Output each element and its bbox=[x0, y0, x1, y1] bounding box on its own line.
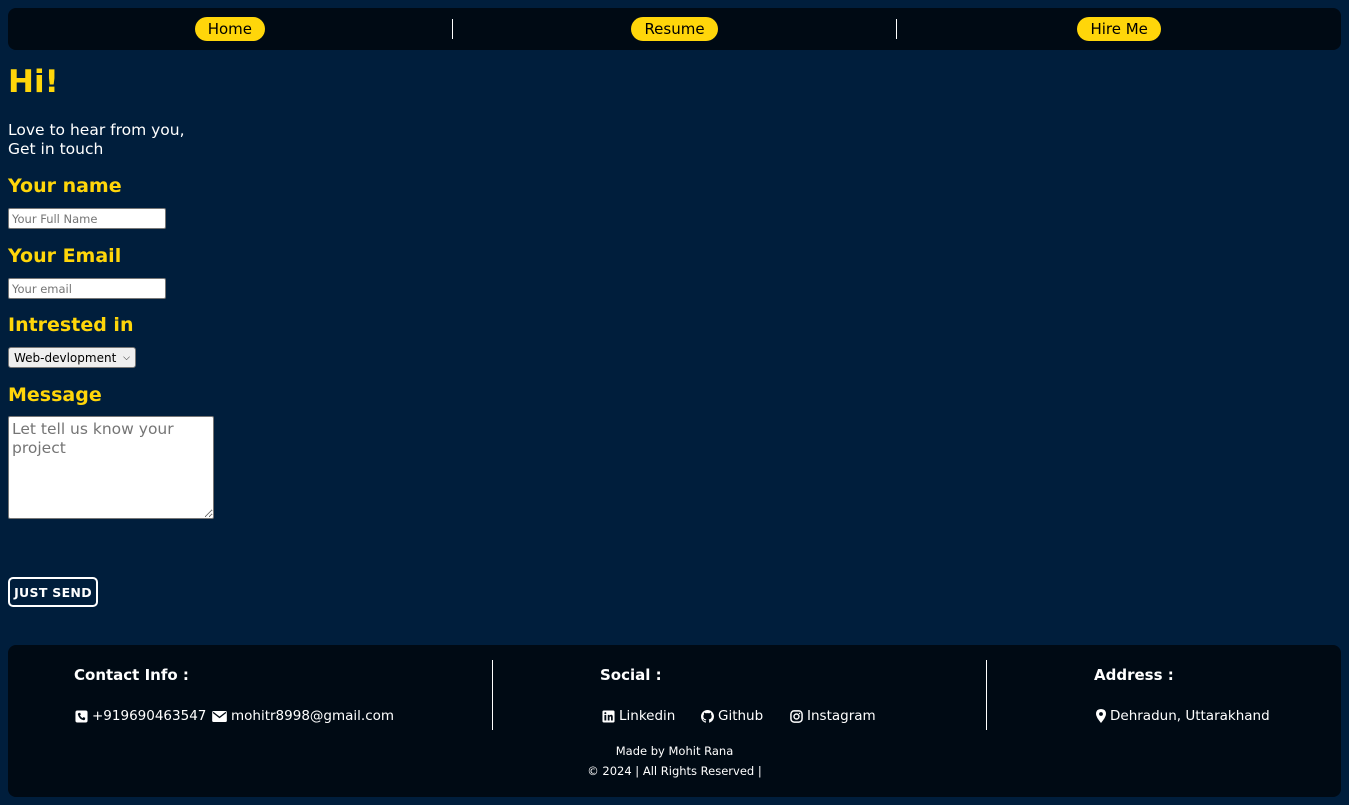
interest-label: Intrested in bbox=[8, 314, 134, 336]
github-icon bbox=[700, 709, 714, 723]
message-label: Message bbox=[8, 384, 102, 406]
github-link[interactable]: Github bbox=[700, 708, 763, 724]
linkedin-icon bbox=[601, 709, 615, 723]
map-marker-icon bbox=[1095, 709, 1106, 723]
interest-select[interactable]: Web-devlopment ⌵ bbox=[8, 347, 136, 368]
phone-icon bbox=[74, 709, 88, 723]
name-label: Your name bbox=[8, 175, 122, 197]
nav-cell-home: Home bbox=[8, 8, 452, 50]
chevron-down-icon: ⌵ bbox=[123, 352, 130, 363]
nav-hire-me-button[interactable]: Hire Me bbox=[1077, 17, 1161, 41]
address-item: Dehradun, Uttarakhand bbox=[1095, 708, 1270, 724]
footer: Contact Info : +919690463547 mohitr8998@… bbox=[8, 645, 1341, 797]
phone-number: +919690463547 bbox=[92, 708, 207, 724]
intro-line-1: Love to hear from you, bbox=[8, 121, 185, 139]
email-label: Your Email bbox=[8, 245, 122, 267]
nav-cell-hire: Hire Me bbox=[897, 8, 1341, 50]
nav-home-button[interactable]: Home bbox=[194, 17, 265, 41]
interest-selected-value: Web-devlopment bbox=[14, 350, 117, 365]
just-send-button[interactable]: JUST SEND bbox=[8, 577, 98, 607]
instagram-link[interactable]: Instagram bbox=[789, 708, 876, 724]
intro-text: Love to hear from you, Get in touch bbox=[8, 121, 185, 159]
instagram-icon bbox=[789, 709, 803, 723]
intro-line-2: Get in touch bbox=[8, 140, 104, 158]
top-nav: Home Resume Hire Me bbox=[8, 8, 1341, 50]
footer-divider bbox=[986, 660, 987, 730]
made-by-text: Made by Mohit Rana bbox=[615, 744, 734, 758]
copyright-text: © 2024 | All Rights Reserved | bbox=[587, 764, 762, 778]
linkedin-label: Linkedin bbox=[619, 708, 676, 724]
linkedin-link[interactable]: Linkedin bbox=[601, 708, 675, 724]
phone-item[interactable]: +919690463547 bbox=[74, 708, 206, 724]
address-title: Address : bbox=[1094, 666, 1174, 684]
name-input[interactable] bbox=[8, 208, 166, 229]
page-title: Hi! bbox=[8, 64, 59, 100]
email-input[interactable] bbox=[8, 278, 166, 299]
email-item[interactable]: mohitr8998@gmail.com bbox=[211, 708, 394, 724]
message-textarea[interactable] bbox=[8, 416, 214, 519]
address-text: Dehradun, Uttarakhand bbox=[1110, 708, 1270, 724]
social-title: Social : bbox=[600, 666, 662, 684]
nav-cell-resume: Resume bbox=[453, 8, 897, 50]
instagram-label: Instagram bbox=[807, 708, 876, 724]
footer-divider bbox=[492, 660, 493, 730]
github-label: Github bbox=[718, 708, 764, 724]
nav-resume-button[interactable]: Resume bbox=[631, 17, 718, 41]
contact-info-title: Contact Info : bbox=[74, 666, 189, 684]
envelope-icon bbox=[211, 709, 227, 723]
email-address: mohitr8998@gmail.com bbox=[231, 708, 395, 724]
